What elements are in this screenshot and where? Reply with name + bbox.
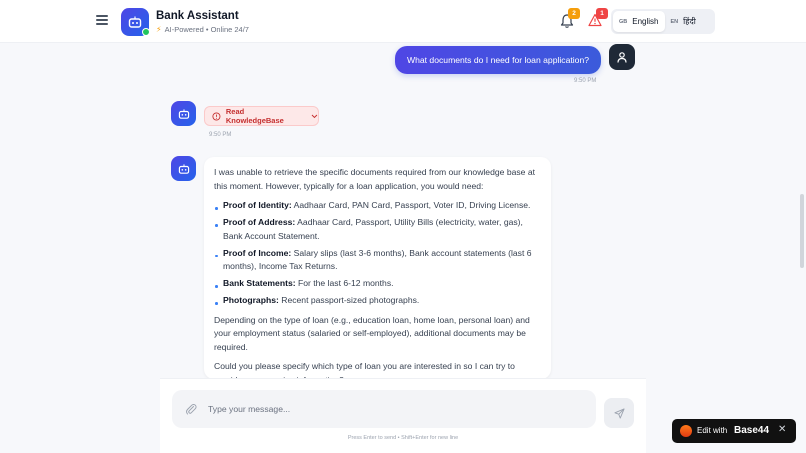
item-text: For the last 6-12 months. [295,278,394,288]
alert-count-badge: 1 [596,8,608,19]
send-icon [613,407,625,419]
language-switcher: GB English EN हिंदी [611,9,715,34]
list-item: Photographs: Recent passport-sized photo… [214,294,541,308]
list-item: Proof of Address: Aadhaar Card, Passport… [214,216,541,243]
item-label: Bank Statements: [223,278,296,288]
language-name: English [632,17,659,26]
document-list: Proof of Identity: Aadhaar Card, PAN Car… [214,199,541,308]
item-text: Aadhaar Card, PAN Card, Passport, Voter … [291,200,531,210]
item-label: Proof of Income: [223,247,292,258]
language-code: GB [619,18,628,25]
reply-paragraph: Depending on the type of loan (e.g., edu… [214,314,530,352]
send-button[interactable] [604,398,634,428]
badge-brand: Base44 [734,424,770,436]
close-icon[interactable]: ✕ [778,424,786,435]
reply-question: Could you please specify which type of l… [214,361,515,379]
subtitle-text: AI-Powered • Online 24/7 [164,25,249,34]
paperclip-icon[interactable] [185,403,197,415]
robot-icon [178,163,189,174]
read-knowledgebase-chip[interactable]: Read KnowledgeBase [204,106,319,126]
user-message-bubble: What documents do I need for loan applic… [395,46,601,74]
user-message-time: 9:50 PM [574,78,597,84]
message-input[interactable] [208,398,588,420]
item-text: Recent passport-sized photographs. [278,295,420,305]
online-status-dot [142,28,150,36]
page-scrollbar[interactable] [800,194,804,268]
bot-avatar [171,101,196,126]
user-icon [617,51,627,63]
reply-intro: I was unable to retrieve the specific do… [214,167,536,191]
item-label: Proof of Identity: [223,200,292,210]
composer-hint: Press Enter to send • Shift+Enter for ne… [347,435,459,441]
robot-icon [128,16,142,28]
tool-call-time: 9:50 PM [209,132,232,138]
app-title: Bank Assistant [156,10,239,22]
user-avatar [609,44,635,70]
language-option-hindi[interactable]: EN हिंदी [665,11,702,32]
bot-reply-card: I was unable to retrieve the specific do… [204,157,551,379]
menu-icon[interactable] [96,15,108,27]
language-name: हिंदी [683,17,696,26]
list-item: Proof of Identity: Aadhaar Card, PAN Car… [214,199,541,213]
language-option-english[interactable]: GB English [613,11,665,32]
item-label: Photographs: [223,295,279,305]
list-item: Bank Statements: For the last 6-12 month… [214,277,541,291]
lightning-icon: ⚡ [156,25,162,34]
alert-circle-icon [212,112,221,120]
base44-logo-icon [680,425,692,437]
language-code: EN [670,18,679,25]
badge-prefix: Edit with [697,426,728,435]
tool-call-label: Read KnowledgeBase [225,107,284,125]
notification-count-badge: 2 [568,8,580,19]
robot-icon [178,108,189,119]
chevron-down-icon [311,114,318,118]
item-label: Proof of Address: [223,217,296,227]
app-subtitle: ⚡ AI-Powered • Online 24/7 [156,25,249,34]
bot-avatar [171,156,196,181]
list-item: Proof of Income: Salary slips (last 3-6 … [214,247,541,274]
